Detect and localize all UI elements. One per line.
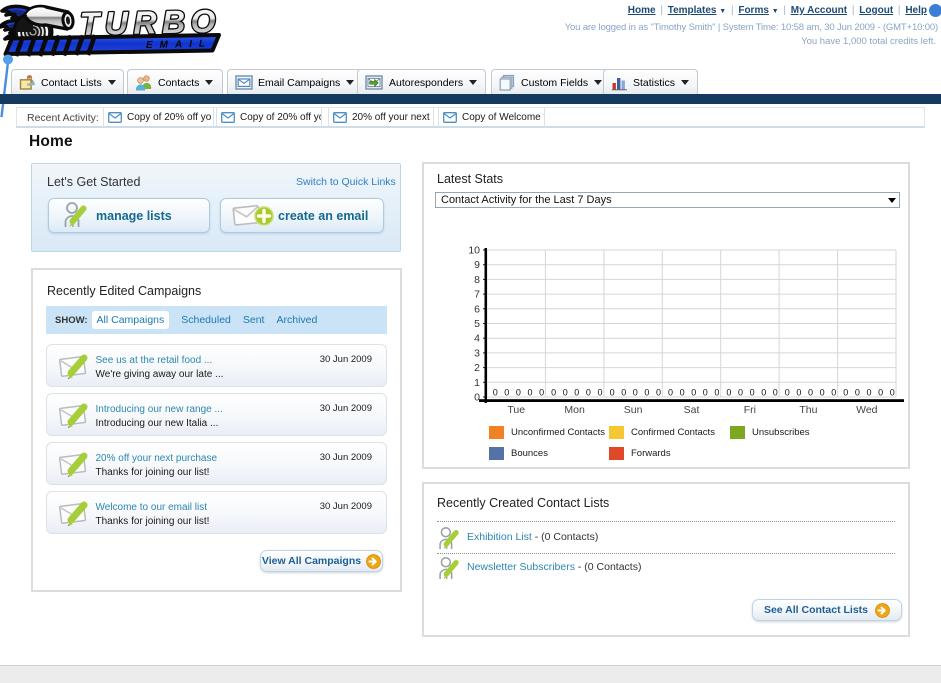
svg-text:0: 0	[808, 388, 813, 398]
svg-text:0: 0	[866, 388, 871, 398]
svg-text:8: 8	[474, 274, 480, 286]
svg-text:0: 0	[680, 388, 685, 398]
svg-text:0: 0	[890, 388, 895, 398]
svg-text:EMAIL: EMAIL	[146, 39, 212, 51]
svg-text:0: 0	[820, 388, 825, 398]
svg-text:1: 1	[474, 377, 480, 389]
svg-text:Thu: Thu	[799, 404, 817, 416]
svg-text:0: 0	[527, 388, 532, 398]
svg-text:0: 0	[610, 388, 615, 398]
svg-text:6: 6	[474, 303, 480, 315]
svg-text:0: 0	[621, 388, 626, 398]
svg-text:0: 0	[574, 388, 579, 398]
svg-text:0: 0	[644, 388, 649, 398]
svg-text:0: 0	[691, 388, 696, 398]
svg-text:0: 0	[738, 388, 743, 398]
svg-text:0: 0	[493, 388, 498, 398]
svg-text:5: 5	[474, 318, 480, 330]
svg-text:0: 0	[656, 388, 661, 398]
svg-text:0: 0	[563, 388, 568, 398]
svg-text:0: 0	[785, 388, 790, 398]
svg-text:3: 3	[474, 347, 480, 359]
svg-text:0: 0	[726, 388, 731, 398]
svg-text:4: 4	[474, 333, 480, 345]
svg-text:2: 2	[474, 362, 480, 374]
svg-text:0: 0	[703, 388, 708, 398]
svg-text:0: 0	[539, 388, 544, 398]
svg-text:0: 0	[855, 388, 860, 398]
svg-text:0: 0	[796, 388, 801, 398]
svg-text:0: 0	[714, 388, 719, 398]
svg-text:Wed: Wed	[856, 404, 878, 416]
svg-text:0: 0	[516, 388, 521, 398]
svg-text:0: 0	[761, 388, 766, 398]
svg-text:0: 0	[633, 388, 638, 398]
svg-text:0: 0	[831, 388, 836, 398]
svg-text:Fri: Fri	[744, 404, 756, 416]
svg-text:0: 0	[878, 388, 883, 398]
svg-text:0: 0	[551, 388, 556, 398]
svg-text:0: 0	[750, 388, 755, 398]
svg-text:0: 0	[843, 388, 848, 398]
svg-text:Sat: Sat	[684, 404, 700, 416]
svg-text:0: 0	[773, 388, 778, 398]
svg-text:0: 0	[597, 388, 602, 398]
svg-text:Tue: Tue	[507, 404, 525, 416]
svg-text:0: 0	[586, 388, 591, 398]
svg-text:10: 10	[468, 245, 480, 257]
svg-text:0: 0	[504, 388, 509, 398]
svg-text:0: 0	[668, 388, 673, 398]
svg-text:9: 9	[474, 259, 480, 271]
svg-text:Sun: Sun	[624, 404, 643, 416]
svg-text:7: 7	[474, 289, 480, 301]
svg-text:Mon: Mon	[564, 404, 585, 416]
